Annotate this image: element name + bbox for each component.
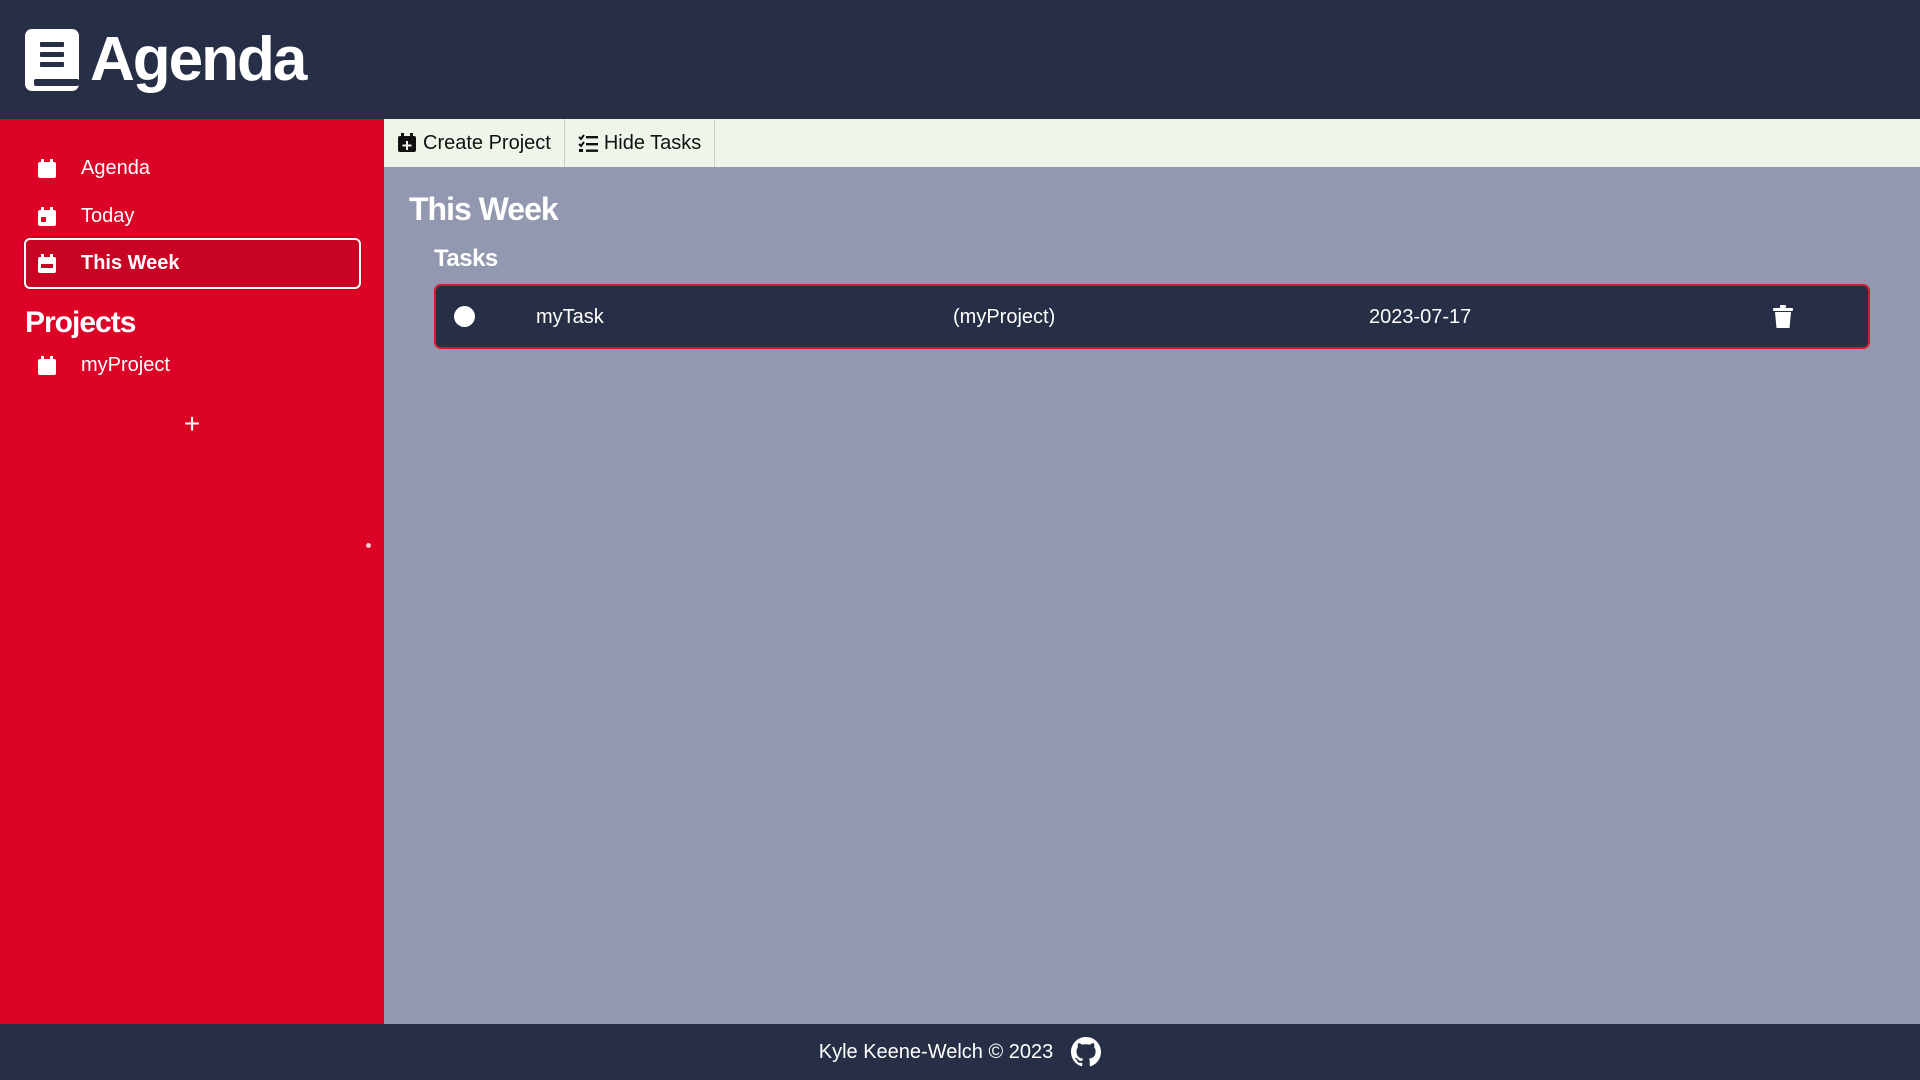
list-check-icon [578, 134, 598, 152]
task-date: 2023-07-17 [1369, 306, 1472, 328]
app-header: Agenda [0, 0, 1920, 119]
sidebar: Agenda Today This Week Projects myProjec… [0, 119, 384, 1024]
hide-tasks-label: Hide Tasks [603, 131, 702, 154]
sidebar-item-this-week[interactable]: This Week [24, 238, 361, 289]
github-icon[interactable] [1071, 1037, 1102, 1067]
projects-heading: Projects [25, 306, 136, 339]
footer-text: Kyle Keene-Welch © 2023 [818, 1040, 1054, 1063]
task-complete-checkbox[interactable] [454, 306, 475, 327]
sidebar-item-label: Agenda [81, 157, 150, 179]
toolbar: Create Project Hide Tasks [384, 119, 1920, 167]
calendar-icon [38, 355, 56, 375]
sidebar-item-agenda[interactable]: Agenda [24, 143, 361, 194]
app-title: Agenda [90, 25, 307, 94]
decorative-dot [366, 543, 371, 548]
sidebar-item-label: This Week [81, 252, 180, 274]
sidebar-item-today[interactable]: Today [24, 191, 361, 242]
hide-tasks-button[interactable]: Hide Tasks [565, 119, 716, 167]
task-name: myTask [536, 306, 604, 328]
calendar-week-icon [38, 253, 56, 273]
tasks-heading: Tasks [434, 245, 498, 272]
calendar-plus-icon [398, 133, 416, 152]
main-content: This Week Tasks myTask (myProject) 2023-… [384, 167, 1920, 1024]
sidebar-item-myproject[interactable]: myProject [24, 340, 361, 391]
create-project-button[interactable]: Create Project [384, 119, 565, 167]
add-project-button[interactable]: + [177, 410, 207, 440]
sidebar-item-label: Today [81, 205, 135, 227]
task-project: (myProject) [953, 306, 1056, 328]
book-icon [25, 28, 79, 91]
create-project-label: Create Project [423, 131, 551, 154]
calendar-day-icon [38, 206, 56, 226]
footer: Kyle Keene-Welch © 2023 [0, 1024, 1920, 1080]
trash-icon[interactable] [1772, 305, 1794, 329]
task-row[interactable]: myTask (myProject) 2023-07-17 [434, 284, 1870, 349]
page-title: This Week [409, 191, 559, 227]
calendar-icon [38, 158, 56, 178]
sidebar-item-label: myProject [81, 354, 170, 376]
